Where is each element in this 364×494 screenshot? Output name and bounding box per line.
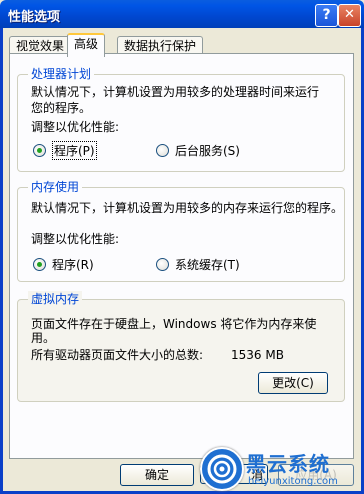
change-virtual-memory-button[interactable]: 更改(C) [258, 372, 328, 394]
processor-scheduling-group: 处理器计划 默认情况下，计算机设置为用较多的处理器时间来运行 您的程序。 调整以… [17, 66, 345, 172]
processor-adjust-label: 调整以优化性能: [31, 120, 120, 134]
processor-background-label: 后台服务(S) [175, 143, 240, 158]
radio-unchecked-icon [156, 143, 169, 157]
processor-description-line2: 您的程序。 [31, 101, 92, 115]
radio-checked-icon [33, 143, 46, 157]
processor-description-line1: 默认情况下，计算机设置为用较多的处理器时间来运行 [31, 85, 320, 99]
memory-system-cache-radio[interactable]: 系统缓存(T) [156, 256, 240, 272]
memory-usage-title: 内存使用 [28, 179, 83, 195]
watermark-url: heiyunxitong.com [248, 476, 338, 487]
ok-button[interactable]: 确定 [120, 464, 194, 486]
memory-programs-label: 程序(R) [52, 257, 94, 272]
watermark-brand: 黑云系统 [246, 452, 330, 476]
virtual-memory-description-line1: 页面文件存在于硬盘上，Windows 将它作为内存来使 [31, 317, 317, 331]
radio-checked-icon [33, 257, 46, 271]
processor-programs-radio[interactable]: 程序(P) [33, 140, 97, 160]
watermark-logo [200, 447, 244, 491]
processor-scheduling-title: 处理器计划 [28, 66, 95, 82]
virtual-memory-group: 虚拟内存 页面文件存在于硬盘上，Windows 将它作为内存来使 用。 所有驱动… [17, 291, 345, 402]
paging-file-total-value: 1536 MB [231, 348, 284, 362]
memory-description: 默认情况下，计算机设置为用较多的内存来运行您的程序。 [31, 201, 344, 215]
virtual-memory-description-line2: 用。 [31, 331, 56, 345]
memory-programs-radio[interactable]: 程序(R) [33, 256, 94, 272]
radio-unchecked-icon [156, 257, 169, 271]
processor-background-services-radio[interactable]: 后台服务(S) [156, 142, 240, 158]
paging-file-total-label: 所有驱动器页面文件大小的总数: [31, 348, 204, 362]
processor-programs-label: 程序(P) [52, 140, 97, 160]
virtual-memory-title: 虚拟内存 [28, 291, 83, 307]
memory-system-cache-label: 系统缓存(T) [175, 257, 240, 272]
watermark-swirl-icon [207, 454, 237, 484]
memory-adjust-label: 调整以优化性能: [31, 232, 120, 246]
memory-usage-group: 内存使用 默认情况下，计算机设置为用较多的内存来运行您的程序。 调整以优化性能:… [17, 179, 345, 282]
